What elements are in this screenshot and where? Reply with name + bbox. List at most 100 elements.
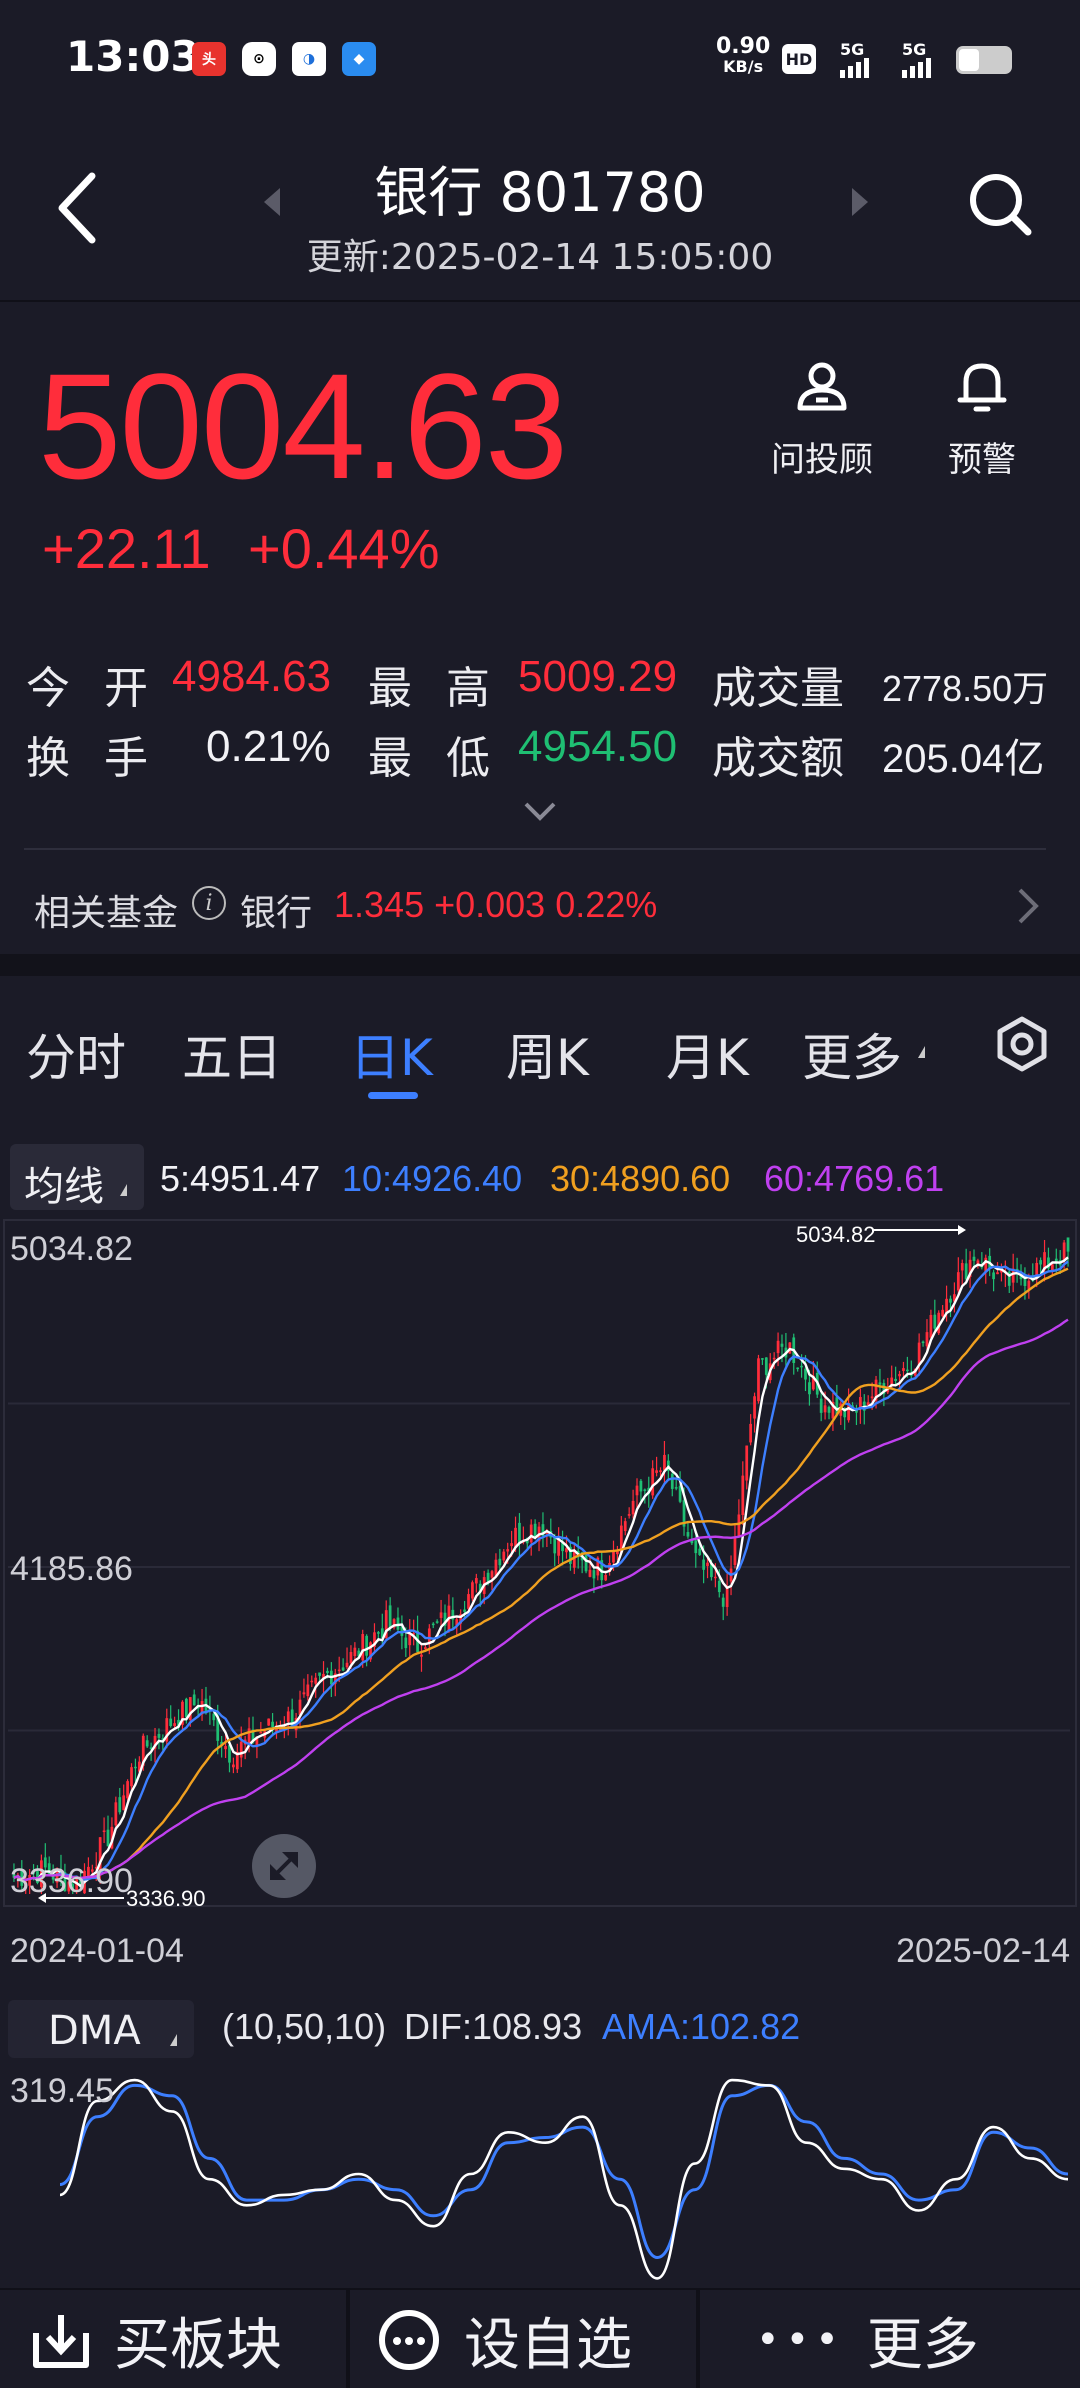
candle-body [424,1647,427,1650]
volume-value: 2778.50万 [882,668,1049,709]
candle-body [674,1487,678,1489]
candle-body [114,1802,118,1826]
candle-body [584,1554,588,1572]
candle-body [259,1732,263,1734]
ma30-value: 30:4890.60 [550,1158,731,1199]
moving-average-lines [13,1256,1069,1888]
candle-body [224,1746,227,1750]
candle-body [972,1256,976,1261]
advisor-label: 问投顾 [771,440,873,480]
add-watchlist-button[interactable]: 设自选 [376,2290,632,2388]
tab-daily-k[interactable]: 日K [350,1018,433,1090]
dropdown-triangle-icon [918,1046,925,1058]
net-speed-value: 0.90 [716,34,771,59]
candle-body [721,1597,725,1607]
candle-body [996,1272,999,1275]
candle-body [271,1721,274,1728]
candle-body [533,1523,537,1538]
candle-body [377,1632,380,1634]
candle-body [118,1797,122,1813]
dma-dif: DIF:108.93 [404,2006,583,2047]
ma10-line [13,1260,1069,1882]
turnover-label-1: 换 [26,733,70,784]
candle-body [510,1543,513,1547]
candle-body [651,1468,655,1496]
candle-body [921,1341,925,1344]
open-value: 4984.63 [172,652,332,701]
ma5-line [13,1256,1069,1888]
candle-body [361,1634,365,1661]
buy-sector-button[interactable]: 买板块 [30,2290,282,2388]
candle-body [956,1272,960,1291]
y-axis-top-label: 5034.82 [10,1230,133,1268]
candle-body [702,1559,705,1570]
candle-body [306,1684,310,1697]
tab-intraday[interactable]: 分时 [26,1018,126,1090]
candle-body [819,1398,823,1413]
candle-body [318,1672,321,1676]
amount-value: 205.04亿 [882,737,1045,781]
high-label-1: 最 [368,663,412,714]
candle-body [349,1651,353,1664]
candle-body [741,1475,745,1515]
info-icon[interactable]: i [192,886,226,920]
tab-more[interactable]: 更多 [802,1018,925,1090]
candle-body [686,1532,690,1537]
bottom-action-bar: 买板块 设自选 ••• 更多 [0,2288,1080,2388]
candle-body [498,1558,502,1566]
dropdown-triangle-icon [170,2034,177,2046]
candle-body [670,1473,674,1489]
tab-monthly-k[interactable]: 月K [666,1018,749,1090]
signal-label-2: 5G [902,40,927,59]
candle-body [737,1514,741,1537]
candle-body [902,1368,905,1371]
more-dots-icon: ••• [756,2317,845,2363]
related-fund-row[interactable]: 相关基金 i 银行 1.345 +0.003 0.22% [0,862,1080,946]
candle-body [1039,1260,1042,1265]
candle-body [247,1728,251,1743]
signal-icon-2: 5G [902,40,931,78]
next-stock-button[interactable] [852,188,868,216]
status-bar: 13:03 头 ⊙ ◑ ◆ 0.90 KB/s HD 5G 5G [0,0,1080,120]
candle-body [796,1367,800,1370]
candle-body [345,1662,349,1668]
candle-body [663,1454,666,1471]
candle-body [1062,1242,1066,1261]
open-label-1: 今 [26,663,70,714]
network-speed: 0.90 KB/s [716,36,770,76]
candle-body [870,1396,874,1399]
search-icon [970,174,1032,236]
kline-chart[interactable]: 5034.82 3336.90 5034.82 4185.86 3336.90 [0,1218,1080,1908]
dma-indicator-select[interactable]: DMA [8,2000,194,2058]
more-button[interactable]: ••• 更多 [756,2290,979,2388]
candles [12,1237,1070,1894]
price-change-percent: +0.44% [248,517,440,580]
candle-body [388,1605,392,1628]
candle-body [745,1445,749,1481]
page-title: 银行 801780 [374,161,706,224]
candle-body [1066,1237,1070,1252]
candle-body [239,1741,243,1758]
tab-five-day[interactable]: 五日 [182,1018,282,1090]
candle-body [800,1365,803,1368]
candle-body [529,1524,533,1543]
candle-body [169,1718,173,1727]
candle-body [929,1314,933,1338]
candle-body [267,1718,271,1726]
expand-stats-button[interactable] [520,796,560,826]
tab-weekly-k[interactable]: 周K [506,1018,589,1090]
candle-body [933,1314,937,1329]
candle-body [639,1480,643,1492]
candle-body [326,1670,329,1674]
candle-body [717,1580,721,1593]
alert-button[interactable]: 预警 [922,356,1042,481]
candle-body [431,1623,435,1626]
search-button[interactable] [966,170,1036,240]
candle-body [341,1667,345,1671]
advisor-button[interactable]: 问投顾 [762,356,882,481]
chart-settings-button[interactable] [994,1016,1050,1072]
ma-indicator-select[interactable]: 均线 [10,1144,144,1210]
dma-chart[interactable] [0,2062,1080,2294]
candle-body [733,1536,737,1565]
fullscreen-button[interactable] [252,1834,316,1898]
